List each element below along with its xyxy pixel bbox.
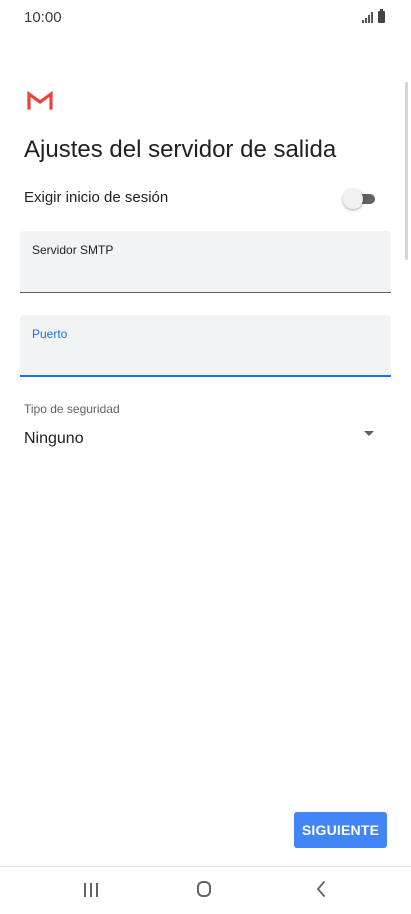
dropdown-arrow-icon bbox=[364, 431, 374, 436]
security-type-select[interactable]: Ninguno bbox=[24, 426, 386, 454]
require-login-toggle[interactable] bbox=[343, 189, 377, 209]
smtp-server-field[interactable]: Servidor SMTP bbox=[20, 231, 391, 293]
status-bar: 10:00 bbox=[0, 0, 411, 36]
gmail-icon bbox=[27, 90, 53, 110]
port-field[interactable]: Puerto bbox=[20, 315, 391, 377]
next-button[interactable]: SIGUIENTE bbox=[294, 812, 387, 848]
navigation-bar bbox=[0, 866, 411, 914]
require-login-row[interactable]: Exigir inicio de sesión bbox=[24, 187, 379, 211]
smtp-server-label: Servidor SMTP bbox=[32, 243, 114, 257]
recent-apps-icon[interactable] bbox=[84, 883, 98, 897]
signal-bars-icon bbox=[362, 12, 373, 23]
port-input[interactable] bbox=[32, 345, 377, 369]
back-icon[interactable] bbox=[315, 880, 327, 898]
smtp-server-input[interactable] bbox=[32, 261, 377, 285]
status-time: 10:00 bbox=[24, 9, 62, 26]
security-type-value: Ninguno bbox=[24, 430, 84, 447]
port-label: Puerto bbox=[32, 327, 68, 341]
battery-icon bbox=[378, 9, 385, 23]
require-login-label: Exigir inicio de sesión bbox=[24, 189, 169, 206]
status-icons bbox=[362, 9, 385, 23]
home-icon[interactable] bbox=[197, 881, 211, 897]
scroll-indicator bbox=[405, 82, 408, 260]
toggle-thumb bbox=[343, 189, 363, 209]
security-type-label: Tipo de seguridad bbox=[24, 402, 120, 416]
page-title: Ajustes del servidor de salida bbox=[24, 136, 337, 163]
